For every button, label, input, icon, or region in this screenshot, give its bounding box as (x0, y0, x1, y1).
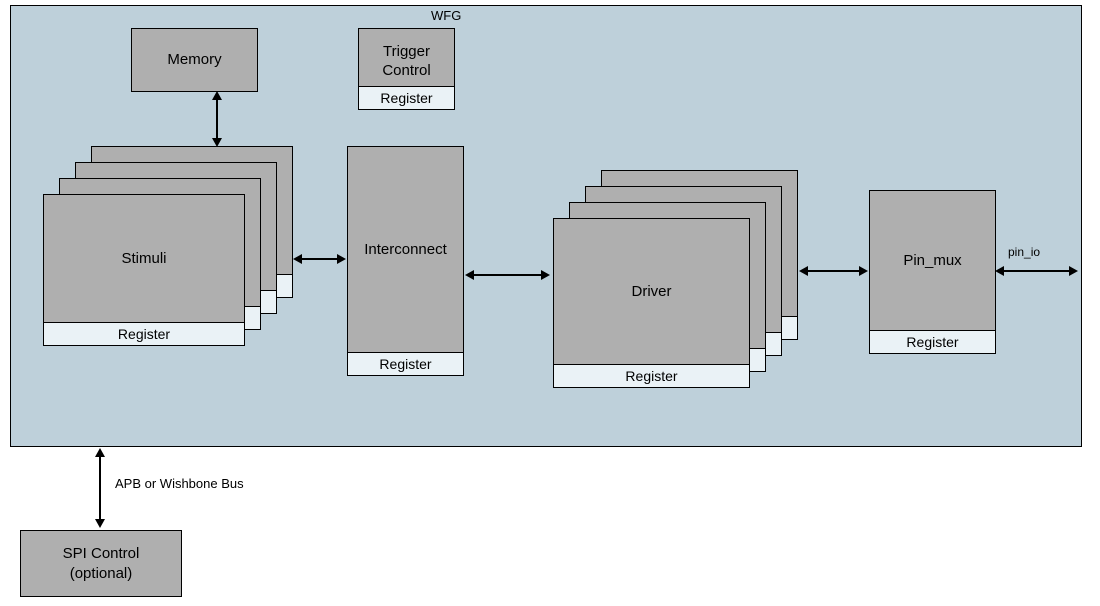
spi-label-2: (optional) (70, 564, 133, 584)
arrow-driver-pinmux (807, 270, 861, 272)
pinmux-label: Pin_mux (903, 251, 961, 271)
arrow-pinmux-pinio (1003, 270, 1071, 272)
stimuli-block: Stimuli Register (43, 194, 245, 346)
trigger-label-1: Trigger (383, 42, 430, 62)
wfg-label: WFG (431, 8, 461, 23)
driver-register-footer: Register (554, 364, 749, 387)
wfg-container: WFG Memory Trigger Control Register Stim… (10, 5, 1082, 447)
arrow-interconnect-driver (473, 274, 543, 276)
pinmux-block: Pin_mux Register (869, 190, 996, 354)
trigger-label-2: Control (382, 61, 430, 81)
pinmux-register-footer: Register (870, 330, 995, 353)
driver-block: Driver Register (553, 218, 750, 388)
memory-label: Memory (167, 50, 221, 70)
spi-label-1: SPI Control (63, 544, 140, 564)
arrow-memory-stimuli (216, 98, 218, 140)
interconnect-block: Interconnect Register (347, 146, 464, 376)
interconnect-label: Interconnect (364, 240, 447, 260)
spi-control-block: SPI Control (optional) (20, 530, 182, 597)
stimuli-register-footer: Register (44, 322, 244, 345)
pin-io-label: pin_io (1008, 245, 1040, 259)
bus-label: APB or Wishbone Bus (115, 476, 244, 491)
memory-block: Memory (131, 28, 258, 92)
trigger-register-footer: Register (359, 86, 454, 109)
stimuli-label: Stimuli (121, 249, 166, 269)
arrow-wfg-spi (99, 455, 101, 521)
arrow-stimuli-interconnect (301, 258, 339, 260)
interconnect-register-footer: Register (348, 352, 463, 375)
trigger-control-block: Trigger Control Register (358, 28, 455, 110)
driver-label: Driver (632, 282, 672, 302)
